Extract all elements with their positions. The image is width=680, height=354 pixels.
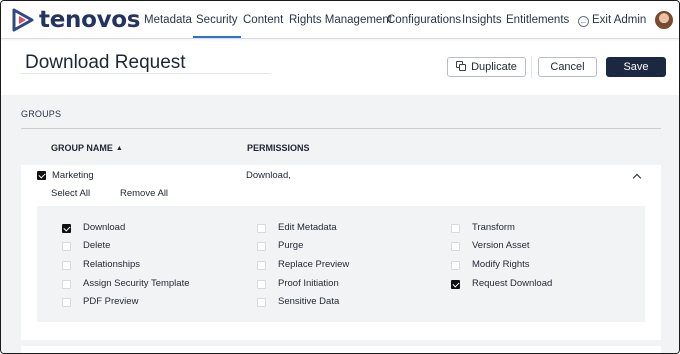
nav-content[interactable]: Content: [243, 1, 283, 38]
header-divider: [531, 56, 532, 78]
column-header-group-name[interactable]: GROUP NAME ▲: [51, 143, 123, 153]
permission-checkbox-version-asset[interactable]: [451, 242, 460, 251]
exit-admin-link[interactable]: ← Exit Admin: [578, 1, 646, 38]
top-navigation: tenovos Metadata Security Content Rights…: [1, 1, 679, 39]
nav-security[interactable]: Security: [193, 1, 241, 38]
group-name: Marketing: [52, 170, 94, 181]
permission-checkbox-assign-security-template[interactable]: [62, 280, 71, 289]
exit-admin-label: Exit Admin: [592, 14, 647, 26]
brand-logo[interactable]: tenovos: [10, 6, 140, 34]
page-title: Download Request: [25, 52, 186, 73]
chevron-up-icon[interactable]: [632, 173, 642, 183]
save-button[interactable]: Save: [606, 57, 666, 77]
groups-section: GROUPS GROUP NAME ▲ PERMISSIONS Marketing…: [1, 95, 679, 353]
permission-checkbox-sensitive-data[interactable]: [257, 298, 266, 307]
title-underline: [21, 73, 271, 74]
permission-checkbox-replace-preview[interactable]: [257, 261, 266, 270]
nav-configurations[interactable]: Configurations: [387, 1, 461, 38]
permission-label-sensitive-data: Sensitive Data: [278, 296, 340, 307]
permission-label-relationships: Relationships: [83, 259, 141, 270]
permission-checkbox-pdf-preview[interactable]: [62, 298, 71, 307]
permission-checkbox-proof-initiation[interactable]: [257, 280, 266, 289]
permission-checkbox-request-download[interactable]: [451, 280, 460, 289]
permission-checkbox-purge[interactable]: [257, 242, 266, 251]
permission-label-transform: Transform: [472, 222, 515, 233]
remove-all-link[interactable]: Remove All: [120, 188, 168, 199]
user-avatar[interactable]: [655, 11, 673, 29]
column-header-permissions: PERMISSIONS: [247, 143, 310, 153]
group-row-marketing: Marketing Download, Select All Remove Al…: [21, 165, 661, 340]
next-group-row: [21, 346, 661, 353]
permission-checkbox-edit-metadata[interactable]: [257, 224, 266, 233]
group-name-header-label: GROUP NAME: [51, 143, 113, 153]
nav-metadata[interactable]: Metadata: [144, 1, 192, 38]
app-window: tenovos Metadata Security Content Rights…: [0, 0, 680, 354]
group-checkbox-marketing[interactable]: [37, 171, 46, 180]
permission-label-purge: Purge: [278, 240, 304, 251]
permission-label-version-asset: Version Asset: [472, 240, 530, 251]
exit-icon: ←: [578, 16, 589, 27]
duplicate-icon: [456, 61, 467, 71]
group-permissions-summary: Download,: [246, 170, 291, 181]
permission-checkbox-delete[interactable]: [62, 242, 71, 251]
cancel-button[interactable]: Cancel: [538, 57, 597, 77]
duplicate-button[interactable]: Duplicate: [447, 57, 526, 77]
permission-label-modify-rights: Modify Rights: [472, 259, 530, 270]
nav-rights-management[interactable]: Rights Management: [289, 1, 392, 38]
nav-entitlements[interactable]: Entitlements: [506, 1, 569, 38]
permission-label-assign-security-template: Assign Security Template: [83, 278, 190, 289]
permission-label-download: Download: [83, 222, 126, 233]
tab-groups[interactable]: GROUPS: [21, 109, 61, 119]
brand-name: tenovos: [39, 7, 141, 33]
permission-label-replace-preview: Replace Preview: [278, 259, 350, 270]
permission-checkbox-download[interactable]: [62, 224, 71, 233]
permission-label-delete: Delete: [83, 240, 111, 251]
sort-ascending-icon: ▲: [115, 145, 123, 152]
permissions-panel: Download Delete Relationships Assign Sec…: [37, 206, 645, 322]
duplicate-label: Duplicate: [471, 61, 517, 73]
tab-divider: [21, 128, 661, 129]
select-all-link[interactable]: Select All: [51, 188, 90, 199]
permission-checkbox-relationships[interactable]: [62, 261, 71, 270]
play-logo-icon: [12, 8, 34, 32]
permission-label-pdf-preview: PDF Preview: [83, 296, 139, 307]
nav-insights[interactable]: Insights: [462, 1, 502, 38]
permission-checkbox-modify-rights[interactable]: [451, 261, 460, 270]
permission-checkbox-transform[interactable]: [451, 224, 460, 233]
permission-label-edit-metadata: Edit Metadata: [278, 222, 337, 233]
permission-label-request-download: Request Download: [472, 278, 553, 289]
permission-label-proof-initiation: Proof Initiation: [278, 278, 339, 289]
